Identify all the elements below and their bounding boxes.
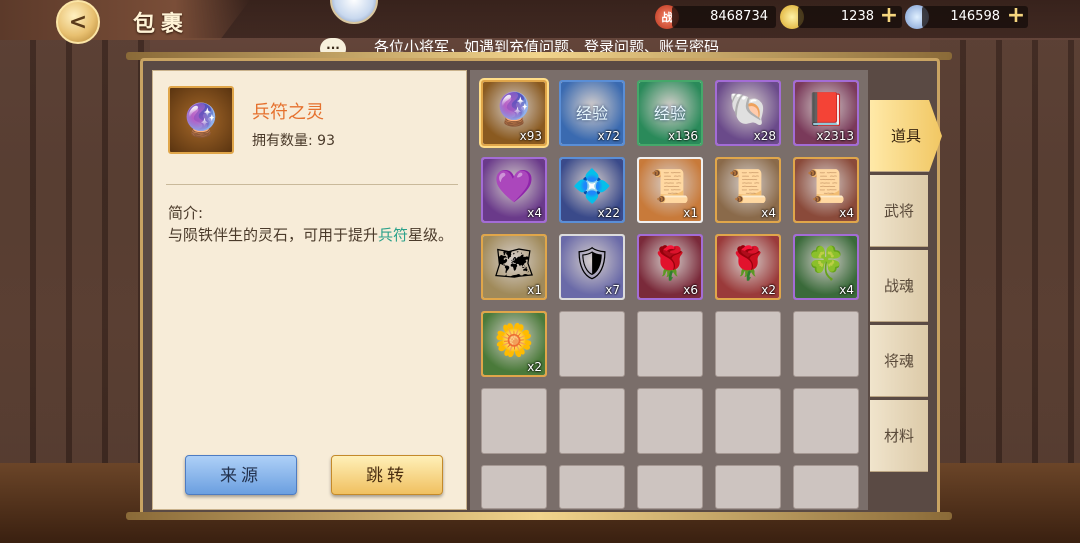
empty-slot (793, 465, 859, 509)
item-icon: 🌹 (650, 244, 690, 282)
empty-slot (481, 388, 547, 454)
item-count: x136 (667, 129, 698, 143)
source-button[interactable]: 来源 (185, 455, 297, 495)
background-screen-left (0, 40, 150, 470)
item-count: x28 (753, 129, 776, 143)
inventory-item-slot[interactable]: 🌼 x2 (481, 311, 547, 377)
inventory-item-slot[interactable]: 📜 x1 (637, 157, 703, 223)
empty-slot (793, 388, 859, 454)
item-icon: 经验 (575, 104, 608, 123)
item-icon: 🔮 (494, 90, 534, 128)
intro-text: 与陨铁伴生的灵石，可用于提升兵符星级。 (168, 226, 454, 244)
page-title: 包裹 (133, 12, 190, 37)
item-icon: 📜 (728, 167, 768, 205)
item-icon: 🐚 (728, 90, 768, 128)
empty-slot (637, 388, 703, 454)
tab-props[interactable]: 道具 (870, 100, 942, 172)
back-button[interactable]: < (56, 0, 100, 44)
item-count: x22 (597, 206, 620, 220)
item-count: x4 (839, 206, 854, 220)
item-owned-count: 拥有数量: 93 (252, 133, 335, 149)
item-count: x1 (683, 206, 698, 220)
tab-war-soul[interactable]: 战魂 (870, 250, 928, 322)
jump-button[interactable]: 跳转 (331, 455, 443, 495)
tab-materials[interactable]: 材料 (870, 400, 928, 472)
item-icon: 🗺 (493, 244, 535, 282)
inventory-item-slot[interactable]: 🍀 x4 (793, 234, 859, 300)
item-icon: 🍀 (806, 244, 846, 282)
tab-general-soul[interactable]: 将魂 (870, 325, 928, 397)
item-count: x4 (761, 206, 776, 220)
empty-slot (793, 311, 859, 377)
empty-slot (715, 388, 781, 454)
item-count: x4 (839, 283, 854, 297)
inventory-item-slot[interactable]: 💜 x4 (481, 157, 547, 223)
item-count: x72 (597, 129, 620, 143)
inventory-item-slot[interactable]: 💠 x22 (559, 157, 625, 223)
item-count: x2 (761, 283, 776, 297)
item-count: x2313 (816, 129, 854, 143)
coin-add-button[interactable]: + (1006, 5, 1026, 27)
inventory-item-slot[interactable]: 📜 x4 (715, 157, 781, 223)
item-icon: 🌹 (728, 244, 768, 282)
item-count: x7 (605, 283, 620, 297)
inventory-item-slot[interactable]: 🐚 x28 (715, 80, 781, 146)
item-icon: 📕 (806, 90, 846, 128)
inventory-item-slot[interactable]: 🛡 x7 (559, 234, 625, 300)
intro-highlight: 兵符 (378, 226, 409, 244)
title-plate (0, 0, 250, 40)
item-count: x1 (527, 283, 542, 297)
battle-power-value: 8468734 (672, 6, 776, 28)
item-icon: 📜 (806, 167, 846, 205)
empty-slot (637, 465, 703, 509)
empty-slot (481, 465, 547, 509)
back-arrow-icon: < (68, 9, 88, 35)
intro-label: 简介: (168, 204, 204, 222)
item-count: x93 (519, 129, 542, 143)
divider (166, 184, 458, 185)
gold-add-button[interactable]: + (879, 5, 899, 27)
inventory-item-slot[interactable]: 🗺 x1 (481, 234, 547, 300)
item-count: x6 (683, 283, 698, 297)
inventory-item-slot[interactable]: 📕 x2313 (793, 80, 859, 146)
item-icon: 经验 (653, 104, 686, 123)
inventory-item-slot[interactable]: 🌹 x2 (715, 234, 781, 300)
spirit-stone-icon: 🔮 (181, 101, 221, 139)
empty-slot (559, 311, 625, 377)
inventory-item-slot[interactable]: 📜 x4 (793, 157, 859, 223)
empty-slot (559, 388, 625, 454)
item-icon: 🛡 (571, 244, 613, 282)
item-name: 兵符之灵 (252, 102, 324, 123)
empty-slot (715, 311, 781, 377)
inventory-item-slot[interactable]: 经验 x136 (637, 80, 703, 146)
inventory-item-slot[interactable]: 🔮 x93 (481, 80, 547, 146)
item-count: x2 (527, 360, 542, 374)
inventory-item-slot[interactable]: 🌹 x6 (637, 234, 703, 300)
item-icon: 🌼 (494, 321, 534, 359)
selected-item-icon: 🔮 (168, 86, 234, 154)
empty-slot (715, 465, 781, 509)
inventory-item-slot[interactable]: 经验 x72 (559, 80, 625, 146)
background-screen-right (930, 40, 1080, 470)
item-icon: 💜 (494, 167, 534, 205)
empty-slot (637, 311, 703, 377)
item-icon: 📜 (650, 167, 690, 205)
frame-bottom-ornament (126, 512, 952, 520)
item-count: x4 (527, 206, 542, 220)
tab-generals[interactable]: 武将 (870, 175, 928, 247)
empty-slot (559, 465, 625, 509)
item-icon: 💠 (572, 167, 612, 205)
